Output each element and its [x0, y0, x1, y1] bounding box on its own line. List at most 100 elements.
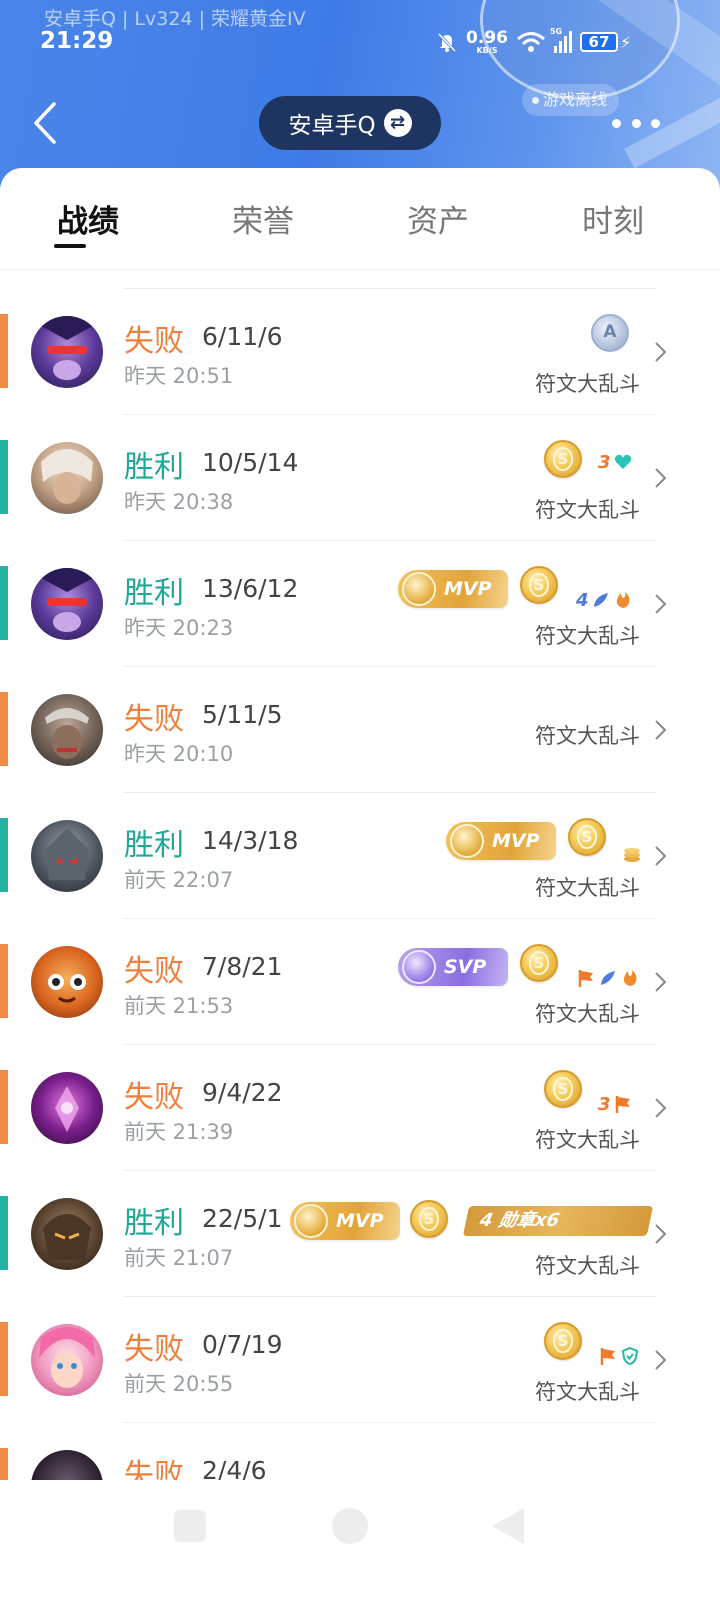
- match-row[interactable]: 失败 9/4/22 前天 21:39 S 3 符文大乱斗: [0, 1044, 720, 1170]
- status-time: 21:29: [40, 28, 114, 54]
- stat-tags: 4: [576, 588, 633, 612]
- match-kda: 10/5/14: [202, 448, 299, 477]
- net-speed-value: 0.96: [466, 27, 508, 48]
- hero-avatar: [31, 442, 103, 514]
- presence-text: 游戏离线: [543, 90, 608, 109]
- chevron-left-icon: [34, 102, 56, 144]
- coin-label: S: [553, 1077, 573, 1101]
- flame-icon: [623, 970, 637, 986]
- match-list[interactable]: 失败 6/11/6 昨天 20:51 A 符文大乱斗 胜利 10/5/14 昨天…: [0, 270, 720, 1480]
- shield-icon: [621, 1346, 639, 1366]
- match-row[interactable]: 胜利 14/3/18 前天 22:07 MVP S 符文大乱斗: [0, 792, 720, 918]
- wifi-icon: [516, 32, 545, 52]
- gold-coin-badge: S: [568, 818, 606, 856]
- chevron-right-icon: [655, 1224, 667, 1244]
- match-row[interactable]: 失败 2/4/6: [0, 1422, 720, 1480]
- match-time: 前天 21:07: [124, 1246, 234, 1270]
- chevron-right-icon: [655, 1098, 667, 1118]
- match-time: 前天 21:53: [124, 994, 234, 1018]
- presence-dot: [532, 97, 539, 104]
- result-stripe: [0, 944, 8, 1018]
- system-back-button[interactable]: [492, 1508, 524, 1544]
- stat-tags: [576, 966, 640, 990]
- match-mode: 符文大乱斗: [535, 1380, 640, 1404]
- battery-level: 67: [579, 32, 618, 52]
- match-row[interactable]: 失败 6/11/6 昨天 20:51 A 符文大乱斗: [0, 288, 720, 414]
- match-row[interactable]: 胜利 10/5/14 昨天 20:38 S 3 符文大乱斗: [0, 414, 720, 540]
- tab-assets[interactable]: 资产: [368, 196, 508, 241]
- back-button[interactable]: [28, 98, 68, 148]
- match-time: 前天 20:55: [124, 1372, 234, 1396]
- result-stripe: [0, 692, 8, 766]
- result-stripe: [0, 440, 8, 514]
- coin-label: S: [419, 1207, 439, 1231]
- result-stripe: [0, 818, 8, 892]
- match-time: 昨天 20:51: [124, 364, 234, 388]
- match-mode: 符文大乱斗: [535, 624, 640, 648]
- flag-icon: [600, 1348, 615, 1365]
- match-kda: 13/6/12: [202, 574, 299, 603]
- svp-label: SVP: [444, 956, 487, 978]
- mvp-badge: MVP: [398, 570, 508, 608]
- chevron-right-icon: [655, 342, 667, 362]
- match-kda: 9/4/22: [202, 1078, 283, 1107]
- gold-coin-badge: S: [520, 944, 558, 982]
- gold-coin-badge: S: [544, 440, 582, 478]
- match-row[interactable]: 失败 7/8/21 前天 21:53 SVP S 符文大乱斗: [0, 918, 720, 1044]
- svp-badge: SVP: [398, 948, 508, 986]
- coin-label: S: [529, 573, 549, 597]
- match-kda: 22/5/1: [202, 1204, 283, 1233]
- match-kda: 14/3/18: [202, 826, 299, 855]
- match-result: 胜利: [124, 450, 184, 485]
- match-row[interactable]: 失败 0/7/19 前天 20:55 S 符文大乱斗: [0, 1296, 720, 1422]
- home-button[interactable]: [332, 1508, 368, 1544]
- match-mode: 符文大乱斗: [535, 1128, 640, 1152]
- more-dot: [612, 118, 621, 128]
- chevron-right-icon: [655, 972, 667, 992]
- signal-tag: 5G: [549, 27, 563, 36]
- match-result: 失败: [124, 954, 184, 989]
- switch-account-icon: ⇄: [383, 109, 412, 137]
- mvp-emblem-icon: [450, 824, 484, 858]
- more-dot: [651, 118, 660, 128]
- hero-avatar: [31, 1198, 103, 1270]
- mvp-label: MVP: [336, 1210, 384, 1232]
- net-speed-unit: KB/S: [476, 45, 498, 55]
- match-kda: 2/4/6: [202, 1456, 267, 1480]
- more-dot: [631, 118, 641, 128]
- recent-apps-button[interactable]: [174, 1510, 206, 1542]
- match-result: 失败: [124, 1332, 184, 1367]
- match-kda: 7/8/21: [202, 952, 283, 981]
- match-row[interactable]: 失败 5/11/5 昨天 20:10 符文大乱斗: [0, 666, 720, 792]
- mute-bell-icon: [437, 32, 457, 53]
- match-mode: 符文大乱斗: [535, 876, 640, 900]
- flag-icon: [578, 970, 593, 987]
- tab-record[interactable]: 战绩: [18, 196, 158, 241]
- flag-icon: [615, 1096, 630, 1113]
- tab-bar: 战绩 荣誉 资产 时刻: [0, 168, 720, 270]
- match-result: 胜利: [124, 828, 184, 863]
- gold-coin-badge: S: [544, 1322, 582, 1360]
- chevron-right-icon: [655, 594, 667, 614]
- more-options-button[interactable]: [612, 110, 660, 136]
- gold-coin-badge: S: [520, 566, 558, 604]
- charging-icon: ⚡: [619, 32, 632, 52]
- match-time: 昨天 20:38: [124, 490, 234, 514]
- mvp-label: MVP: [492, 830, 540, 852]
- result-stripe: [0, 566, 8, 640]
- svp-emblem-icon: [402, 950, 436, 984]
- tab-moments[interactable]: 时刻: [543, 196, 683, 241]
- chevron-right-icon: [655, 1350, 667, 1370]
- heal-heart-icon: [614, 454, 631, 469]
- medal-strip-badge: 4 勋章x6: [462, 1206, 654, 1236]
- match-result: 失败: [124, 702, 184, 737]
- stat-tags: 3: [598, 1092, 633, 1116]
- mvp-label: MVP: [444, 578, 492, 600]
- chevron-right-icon: [655, 846, 667, 866]
- account-switcher[interactable]: 安卓手Q ⇄: [259, 96, 441, 150]
- match-row[interactable]: 胜利 22/5/1 前天 21:07 MVP S 4 勋章x6 符文大乱斗: [0, 1170, 720, 1296]
- tab-honor[interactable]: 荣誉: [193, 196, 333, 241]
- coin-label: S: [577, 825, 597, 849]
- coin-label: S: [553, 1329, 573, 1353]
- match-row[interactable]: 胜利 13/6/12 昨天 20:23 MVP S 4 符文大乱斗: [0, 540, 720, 666]
